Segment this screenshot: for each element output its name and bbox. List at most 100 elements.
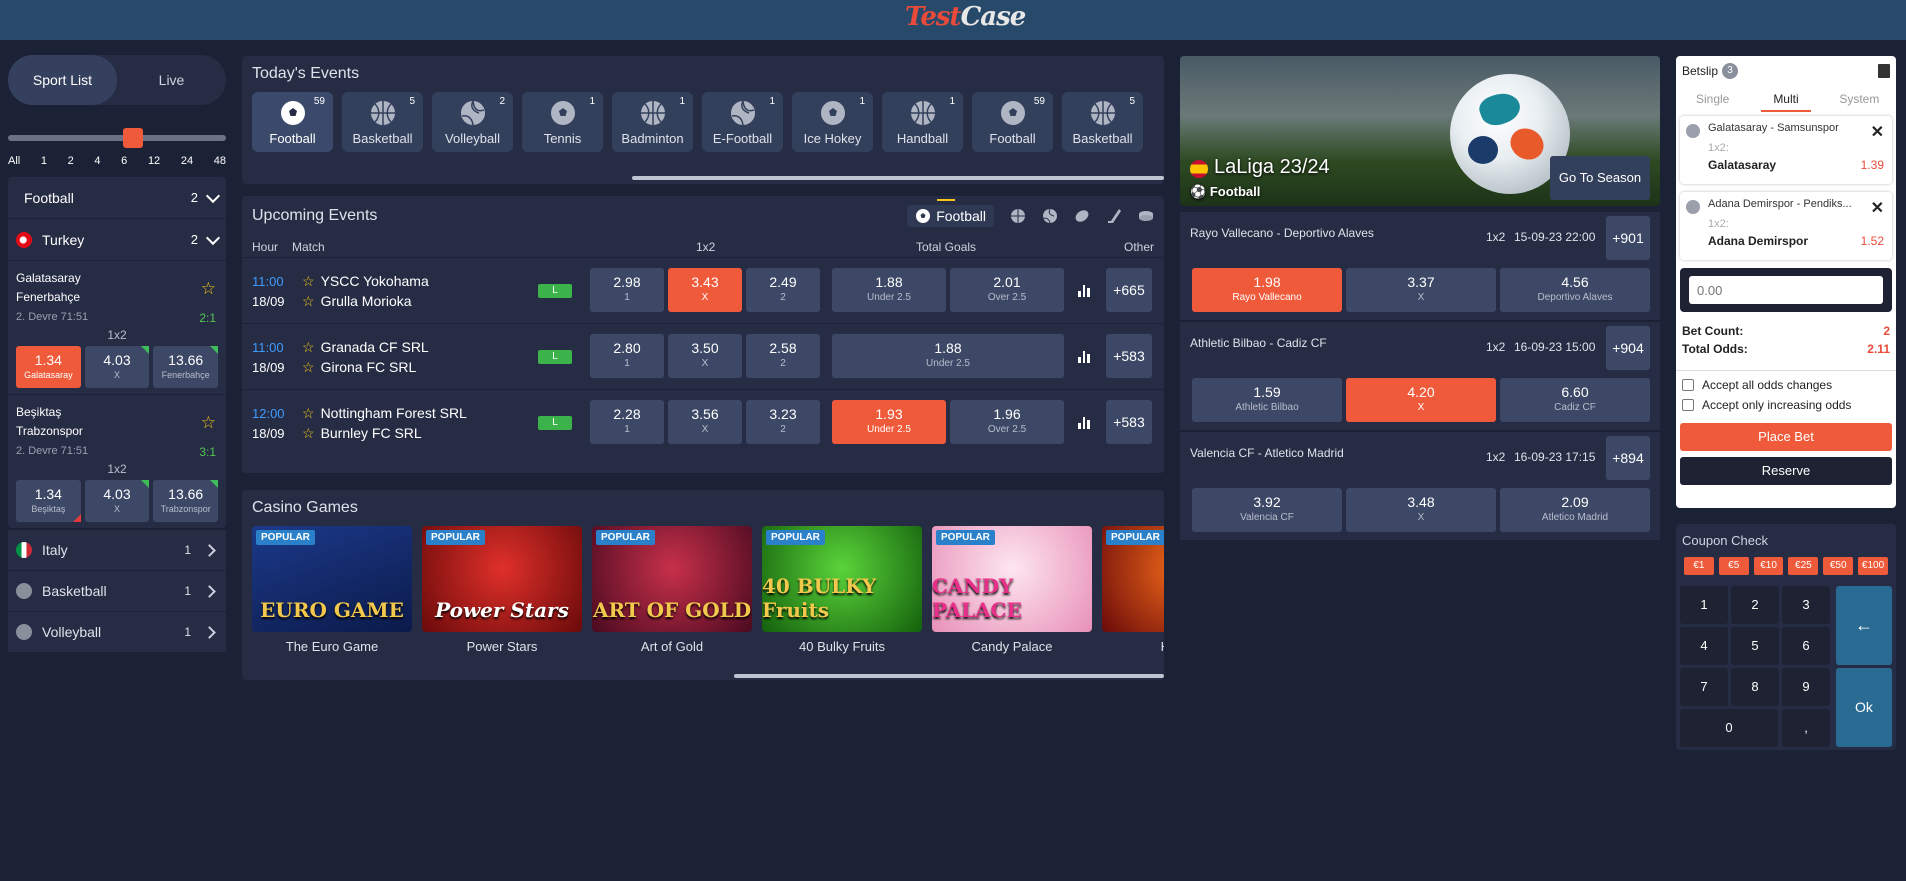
go-to-season-button[interactable]: Go To Season xyxy=(1550,156,1650,200)
odd-button[interactable]: 3.48 X xyxy=(1346,488,1496,532)
slider-thumb[interactable] xyxy=(123,128,143,148)
event-teams[interactable]: ☆ YSCC Yokohama ☆ Grulla Morioka xyxy=(302,271,429,311)
tick-label[interactable]: 24 xyxy=(181,155,193,167)
tick-label[interactable]: 4 xyxy=(94,155,100,167)
odd-button[interactable]: 2.28 1 xyxy=(590,400,664,444)
checkbox[interactable] xyxy=(1682,379,1694,391)
casino-game-card[interactable]: POPULAR 40 BULKY Fruits 40 Bulky Fruits xyxy=(762,526,922,654)
sport-header[interactable]: Football 2 xyxy=(8,177,226,219)
tick-label[interactable]: All xyxy=(8,155,20,167)
key-0[interactable]: 0 xyxy=(1680,709,1778,747)
sport-tile[interactable]: Tennis 1 xyxy=(522,92,603,152)
odd-button[interactable]: 2.09 Atletico Madrid xyxy=(1500,488,1650,532)
amount-button[interactable]: €50 xyxy=(1823,557,1854,575)
tab-multi[interactable]: Multi xyxy=(1749,92,1822,112)
key-4[interactable]: 4 xyxy=(1680,627,1728,665)
live-match[interactable]: Galatasaray Fenerbahçe ☆ 2. Devre 71:51 2… xyxy=(8,261,226,395)
key-3[interactable]: 3 xyxy=(1782,586,1830,624)
close-icon[interactable]: ✕ xyxy=(1871,122,1884,142)
tab-football[interactable]: Football xyxy=(907,199,994,227)
odd-button[interactable]: 4.03 X xyxy=(84,346,150,388)
slider-track[interactable] xyxy=(8,135,226,141)
key-7[interactable]: 7 xyxy=(1680,668,1728,706)
key-9[interactable]: 9 xyxy=(1782,668,1830,706)
accept-increasing-checkbox[interactable]: Accept only increasing odds xyxy=(1676,395,1896,415)
close-icon[interactable]: ✕ xyxy=(1871,198,1884,218)
tick-label[interactable]: 1 xyxy=(41,155,47,167)
more-markets-button[interactable]: +901 xyxy=(1606,216,1650,260)
checkbox[interactable] xyxy=(1682,399,1694,411)
stats-icon[interactable] xyxy=(1078,351,1091,363)
odd-button[interactable]: 2.01 Over 2.5 xyxy=(950,268,1064,312)
odd-button[interactable]: 2.80 1 xyxy=(590,334,664,378)
american-football-icon[interactable] xyxy=(1074,208,1090,224)
casino-game-card[interactable]: POPULAR EURO GAME The Euro Game xyxy=(252,526,412,654)
place-bet-button[interactable]: Place Bet xyxy=(1680,423,1892,451)
more-markets-button[interactable]: +894 xyxy=(1606,436,1650,480)
more-markets-button[interactable]: +904 xyxy=(1606,326,1650,370)
more-markets-button[interactable]: +665 xyxy=(1106,268,1152,312)
sport-tile[interactable]: E-Football 1 xyxy=(702,92,783,152)
odd-button[interactable]: 3.92 Valencia CF xyxy=(1192,488,1342,532)
stake-input[interactable] xyxy=(1689,276,1883,304)
sport-tile[interactable]: Ice Hokey 1 xyxy=(792,92,873,152)
puck-icon[interactable] xyxy=(1138,208,1154,224)
tick-label[interactable]: 2 xyxy=(68,155,74,167)
casino-game-card[interactable]: POPULARHO Hot Slo xyxy=(1102,526,1164,654)
sport-row-basketball[interactable]: Basketball 1 xyxy=(8,571,226,612)
amount-button[interactable]: €100 xyxy=(1858,557,1888,575)
volleyball-icon[interactable] xyxy=(1042,208,1058,224)
basketball-icon[interactable] xyxy=(1010,208,1026,224)
star-icon[interactable]: ☆ xyxy=(302,405,315,421)
country-header[interactable]: Turkey 2 xyxy=(8,219,226,261)
live-match[interactable]: Beşiktaş Trabzonspor ☆ 2. Devre 71:51 3:1… xyxy=(8,395,226,528)
key-6[interactable]: 6 xyxy=(1782,627,1830,665)
odd-button[interactable]: 2.58 2 xyxy=(746,334,820,378)
favorite-star-icon[interactable]: ☆ xyxy=(201,279,216,299)
sport-row-volleyball[interactable]: Volleyball 1 xyxy=(8,612,226,653)
amount-button[interactable]: €10 xyxy=(1753,557,1784,575)
sport-tile[interactable]: Basketball 5 xyxy=(342,92,423,152)
odd-button[interactable]: 1.88 Under 2.5 xyxy=(832,268,946,312)
key-comma[interactable]: , xyxy=(1782,709,1830,747)
horizontal-scrollbar[interactable] xyxy=(734,674,1164,678)
trash-icon[interactable] xyxy=(1878,64,1890,78)
tab-live[interactable]: Live xyxy=(117,55,226,105)
key-1[interactable]: 1 xyxy=(1680,586,1728,624)
odd-button[interactable]: 2.98 1 xyxy=(590,268,664,312)
odd-button[interactable]: 1.34 Galatasaray xyxy=(16,346,81,388)
sport-tile[interactable]: Football 59 xyxy=(252,92,333,152)
odd-button[interactable]: 1.34 Beşiktaş xyxy=(16,480,81,522)
key-5[interactable]: 5 xyxy=(1731,627,1779,665)
star-icon[interactable]: ☆ xyxy=(302,293,315,309)
event-teams[interactable]: ☆ Nottingham Forest SRL ☆ Burnley FC SRL xyxy=(302,403,467,443)
star-icon[interactable]: ☆ xyxy=(302,425,315,441)
odd-button[interactable]: 3.23 2 xyxy=(746,400,820,444)
amount-button[interactable]: €25 xyxy=(1788,557,1819,575)
backspace-key[interactable]: ← xyxy=(1836,586,1892,665)
key-8[interactable]: 8 xyxy=(1731,668,1779,706)
sport-tile[interactable]: Handball 1 xyxy=(882,92,963,152)
odd-button[interactable]: 6.60 Cadiz CF xyxy=(1500,378,1650,422)
horizontal-scrollbar[interactable] xyxy=(632,176,1164,180)
tick-label[interactable]: 6 xyxy=(121,155,127,167)
casino-game-card[interactable]: POPULAR ART OF GOLD Art of Gold xyxy=(592,526,752,654)
more-markets-button[interactable]: +583 xyxy=(1106,334,1152,378)
reserve-button[interactable]: Reserve xyxy=(1680,457,1892,485)
odd-button[interactable]: 1.93 Under 2.5 xyxy=(832,400,946,444)
tab-system[interactable]: System xyxy=(1823,92,1896,106)
odd-button[interactable]: 4.20 X xyxy=(1346,378,1496,422)
odd-button[interactable]: 1.59 Athletic Bilbao xyxy=(1192,378,1342,422)
odd-button[interactable]: 3.50 X xyxy=(668,334,742,378)
sport-tile[interactable]: Basketball 5 xyxy=(1062,92,1143,152)
odd-button[interactable]: 2.49 2 xyxy=(746,268,820,312)
ok-key[interactable]: Ok xyxy=(1836,668,1892,747)
odd-button[interactable]: 1.98 Rayo Vallecano xyxy=(1192,268,1342,312)
odd-button[interactable]: 1.96 Over 2.5 xyxy=(950,400,1064,444)
casino-game-card[interactable]: POPULAR CANDY PALACE Candy Palace xyxy=(932,526,1092,654)
stats-icon[interactable] xyxy=(1078,285,1091,297)
sport-tile[interactable]: Football 59 xyxy=(972,92,1053,152)
amount-button[interactable]: €5 xyxy=(1718,557,1749,575)
star-icon[interactable]: ☆ xyxy=(302,359,315,375)
tab-single[interactable]: Single xyxy=(1676,92,1749,106)
